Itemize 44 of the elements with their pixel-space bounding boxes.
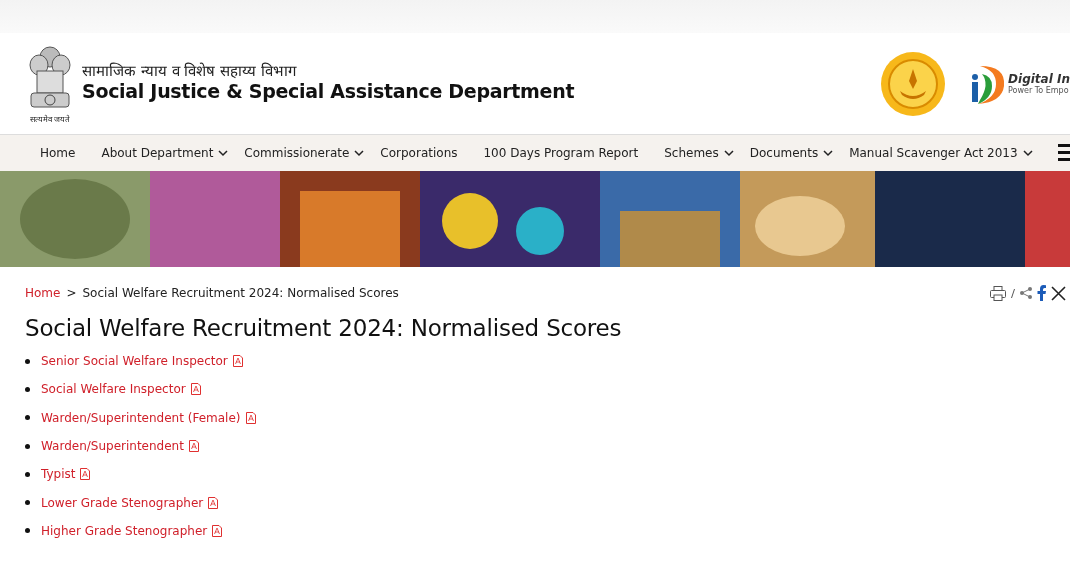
pdf-icon xyxy=(212,524,223,537)
partner-logo-title: Digital In xyxy=(1008,72,1070,86)
pdf-icon xyxy=(245,411,256,424)
nav-menu-item[interactable]: Documents xyxy=(749,146,834,160)
nav-menu-item[interactable]: Schemes xyxy=(664,146,734,160)
chevron-down-icon xyxy=(1022,149,1033,157)
chevron-down-icon xyxy=(723,149,734,157)
x-icon[interactable] xyxy=(1051,285,1066,301)
breadcrumb-link[interactable]: Home xyxy=(25,286,61,300)
pdf-icon xyxy=(208,496,219,509)
divider-slash-icon xyxy=(1011,288,1015,298)
chevron-down-icon xyxy=(823,149,834,157)
nav-menu-item[interactable]: About Department xyxy=(101,146,229,160)
nav-menu-item[interactable]: Manual Scavenger Act 2013 xyxy=(849,146,1033,160)
pdf-icon xyxy=(80,468,91,481)
document-link[interactable]: Higher Grade Stenographer xyxy=(41,523,208,538)
chevron-down-icon xyxy=(354,149,365,157)
breadcrumb-current: Social Welfare Recruitment 2024: Normalised Scores xyxy=(82,286,399,300)
share-icon[interactable] xyxy=(1020,287,1032,299)
page-title: Social Welfare Recruitment 2024: Normalised Scores xyxy=(25,315,623,341)
nav-menu-item[interactable]: 100 Days Program Report xyxy=(483,146,639,160)
pdf-icon xyxy=(190,383,201,396)
facebook-icon[interactable] xyxy=(1037,285,1046,301)
emblem-icon xyxy=(27,43,73,111)
pdf-icon xyxy=(188,440,199,453)
pdf-icon xyxy=(232,355,243,368)
menu-icon[interactable] xyxy=(1058,144,1070,162)
document-link[interactable]: Warden/Superintendent (Female) xyxy=(41,410,241,425)
document-link[interactable]: Senior Social Welfare Inspector xyxy=(41,354,228,369)
document-link[interactable]: Warden/Superintendent xyxy=(41,439,184,454)
breadcrumb-separator: > xyxy=(66,286,77,300)
nav-menu-item[interactable]: Commissionerate xyxy=(244,146,365,160)
print-icon[interactable] xyxy=(990,285,1006,301)
partner-logo-tagline: Power To Empo xyxy=(1008,86,1070,95)
emblem-motto: सत्यमेव जयते xyxy=(29,114,71,124)
nav-menu-item[interactable]: Corporations xyxy=(380,146,458,160)
state-seal-icon xyxy=(880,50,947,117)
nav-menu-item[interactable]: Home xyxy=(40,146,76,160)
department-title: Social Justice & Special Assistance Department xyxy=(82,79,575,102)
chevron-down-icon xyxy=(218,149,229,157)
document-link[interactable]: Lower Grade Stenographer xyxy=(41,495,204,510)
document-link[interactable]: Social Welfare Inspector xyxy=(41,382,186,397)
department-title-hindi: सामाजिक न्याय व विशेष सहाय्य विभाग xyxy=(82,60,298,80)
document-link[interactable]: Typist xyxy=(41,467,76,482)
